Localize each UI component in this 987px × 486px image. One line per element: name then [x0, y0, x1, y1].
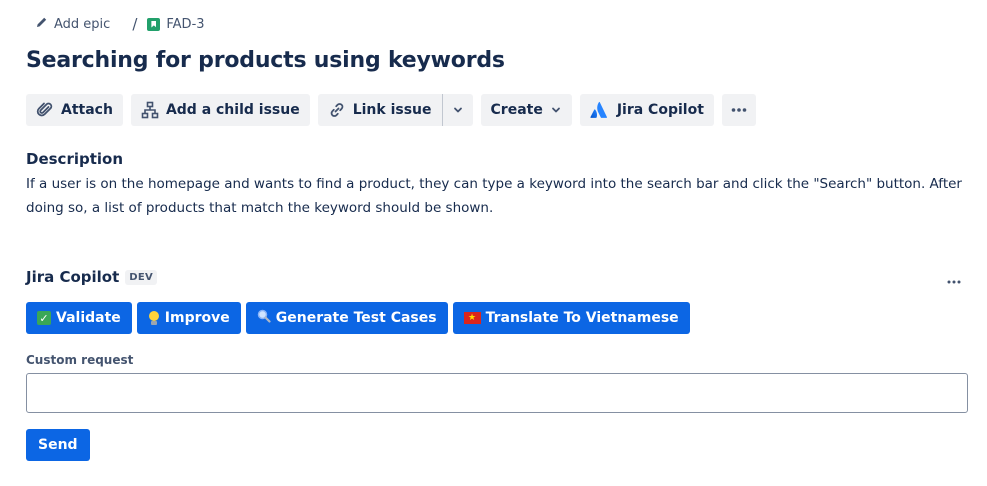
light-bulb-icon: [148, 311, 160, 325]
issue-key-link[interactable]: FAD-3: [147, 16, 205, 32]
link-issue-label: Link issue: [352, 102, 432, 118]
magnifier-icon: [257, 309, 271, 327]
more-icon: [947, 269, 961, 288]
paperclip-icon: [36, 101, 54, 119]
more-icon: [730, 101, 748, 119]
link-issue-dropdown-button[interactable]: [442, 94, 473, 126]
generate-test-cases-label: Generate Test Cases: [275, 310, 437, 326]
validate-button[interactable]: ✓ Validate: [26, 302, 132, 334]
attach-label: Attach: [61, 102, 113, 118]
chevron-down-icon: [452, 104, 464, 116]
add-child-issue-button[interactable]: Add a child issue: [130, 94, 310, 126]
translate-button[interactable]: ★ Translate To Vietnamese: [452, 302, 690, 334]
story-icon: [147, 17, 161, 31]
add-child-issue-label: Add a child issue: [165, 102, 300, 118]
jira-copilot-button[interactable]: Jira Copilot: [579, 94, 714, 126]
attach-button[interactable]: Attach: [26, 94, 123, 126]
description-text[interactable]: If a user is on the homepage and wants t…: [26, 172, 966, 220]
copilot-actions: ✓ Validate Improve Generate Test Cases ★…: [26, 302, 690, 334]
issue-view: Add epic / FAD-3 Searching for products …: [0, 0, 987, 486]
dev-badge: DEV: [125, 269, 158, 285]
custom-request-input[interactable]: [26, 373, 968, 413]
more-actions-button[interactable]: [721, 94, 756, 126]
add-epic-label: Add epic: [54, 16, 111, 32]
jira-copilot-label: Jira Copilot: [616, 102, 704, 118]
validate-label: Validate: [56, 310, 121, 326]
translate-label: Translate To Vietnamese: [485, 310, 679, 326]
improve-label: Improve: [164, 310, 230, 326]
pencil-icon: [36, 16, 48, 32]
breadcrumb-separator: /: [132, 15, 138, 33]
link-icon: [328, 101, 346, 119]
improve-button[interactable]: Improve: [136, 302, 241, 334]
link-issue-split-button: Link issue: [317, 94, 473, 126]
breadcrumb: Add epic / FAD-3: [36, 14, 205, 34]
create-label: Create: [490, 102, 543, 118]
copilot-more-button[interactable]: [945, 270, 963, 286]
create-button[interactable]: Create: [480, 94, 572, 126]
page-title[interactable]: Searching for products using keywords: [26, 48, 505, 73]
issue-toolbar: Attach Add a child issue Link issue Crea…: [26, 94, 756, 126]
chevron-down-icon: [550, 104, 562, 116]
copilot-panel-header: Jira Copilot DEV: [26, 268, 158, 286]
vietnam-flag-icon: ★: [463, 312, 481, 324]
description-heading: Description: [26, 150, 124, 168]
hierarchy-icon: [141, 101, 159, 119]
check-mark-icon: ✓: [37, 311, 51, 325]
issue-key-label: FAD-3: [166, 16, 205, 32]
custom-request-label: Custom request: [26, 353, 134, 367]
generate-test-cases-button[interactable]: Generate Test Cases: [245, 302, 448, 334]
add-epic-link[interactable]: Add epic: [36, 16, 110, 32]
send-button[interactable]: Send: [26, 429, 90, 461]
copilot-panel-title: Jira Copilot: [26, 268, 120, 286]
atlassian-logo-icon: [590, 101, 610, 119]
link-issue-button[interactable]: Link issue: [317, 94, 442, 126]
